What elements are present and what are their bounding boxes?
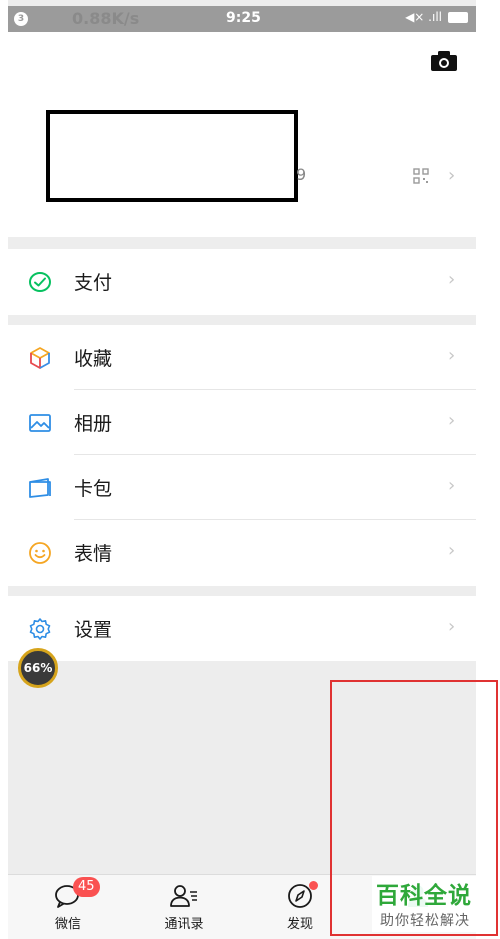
menu-item-pay[interactable]: 支付 › bbox=[8, 249, 476, 314]
battery-icon bbox=[448, 11, 468, 23]
picture-icon bbox=[29, 414, 51, 432]
network-speed: 0.88K/s bbox=[72, 9, 140, 28]
menu-label-settings: 设置 bbox=[74, 619, 113, 641]
new-moment-dot bbox=[309, 881, 318, 890]
speed-booster-widget[interactable]: 66% bbox=[18, 648, 58, 688]
main-menu-section: 收藏 › 相册 › 卡包 › 表情 › bbox=[8, 325, 476, 586]
menu-label-stickers: 表情 bbox=[74, 543, 113, 565]
sim-badge: 3 bbox=[14, 12, 28, 26]
menu-item-favorites[interactable]: 收藏 › bbox=[8, 325, 476, 390]
menu-label-pay: 支付 bbox=[74, 272, 113, 294]
tab-label-discover: 发现 bbox=[286, 917, 313, 932]
pay-section: 支付 › bbox=[8, 249, 476, 315]
chevron-right-icon: › bbox=[448, 616, 456, 637]
watermark: 百科全说 助你轻松解决 bbox=[372, 876, 490, 932]
menu-item-album[interactable]: 相册 › bbox=[8, 390, 476, 455]
wallet-check-icon bbox=[29, 272, 51, 292]
unread-badge: 45 bbox=[73, 877, 100, 897]
chevron-right-icon: › bbox=[448, 410, 456, 431]
cube-icon bbox=[30, 347, 50, 369]
menu-item-cards[interactable]: 卡包 › bbox=[8, 455, 476, 520]
tab-discover[interactable]: 发现 bbox=[260, 881, 340, 932]
menu-label-album: 相册 bbox=[74, 413, 113, 435]
chevron-right-icon: › bbox=[448, 165, 456, 186]
smiley-icon bbox=[29, 542, 51, 564]
chevron-right-icon: › bbox=[448, 269, 456, 290]
contacts-icon bbox=[170, 885, 197, 907]
card-wallet-icon bbox=[29, 478, 51, 498]
camera-icon[interactable] bbox=[430, 50, 458, 72]
gear-icon bbox=[29, 618, 51, 640]
menu-item-settings[interactable]: 设置 › bbox=[8, 596, 476, 661]
clock: 9:25 bbox=[226, 10, 261, 26]
redacted-profile-info bbox=[46, 110, 298, 202]
watermark-subtitle: 助你轻松解决 bbox=[380, 913, 470, 929]
status-icons: ◀× .ıll bbox=[405, 10, 468, 24]
profile-header[interactable]: 9 › bbox=[8, 32, 476, 237]
signal-icon: ◀× .ıll bbox=[405, 10, 442, 24]
menu-label-favorites: 收藏 bbox=[74, 348, 113, 370]
chevron-right-icon: › bbox=[448, 540, 456, 561]
menu-item-stickers[interactable]: 表情 › bbox=[8, 520, 476, 585]
tab-label-contacts: 通讯录 bbox=[164, 917, 204, 932]
qr-code-icon[interactable] bbox=[413, 168, 429, 184]
tab-chats[interactable]: 45 微信 bbox=[28, 877, 108, 932]
watermark-title: 百科全说 bbox=[376, 883, 472, 909]
wechat-id-fragment: 9 bbox=[296, 165, 307, 184]
tab-label-chats: 微信 bbox=[54, 917, 81, 932]
settings-section: 设置 › bbox=[8, 596, 476, 661]
chevron-right-icon: › bbox=[448, 345, 456, 366]
status-bar: 3 0.88K/s 9:25 ◀× .ıll bbox=[8, 6, 476, 32]
menu-label-cards: 卡包 bbox=[74, 478, 113, 500]
chevron-right-icon: › bbox=[448, 475, 456, 496]
tab-contacts[interactable]: 通讯录 bbox=[144, 883, 224, 932]
